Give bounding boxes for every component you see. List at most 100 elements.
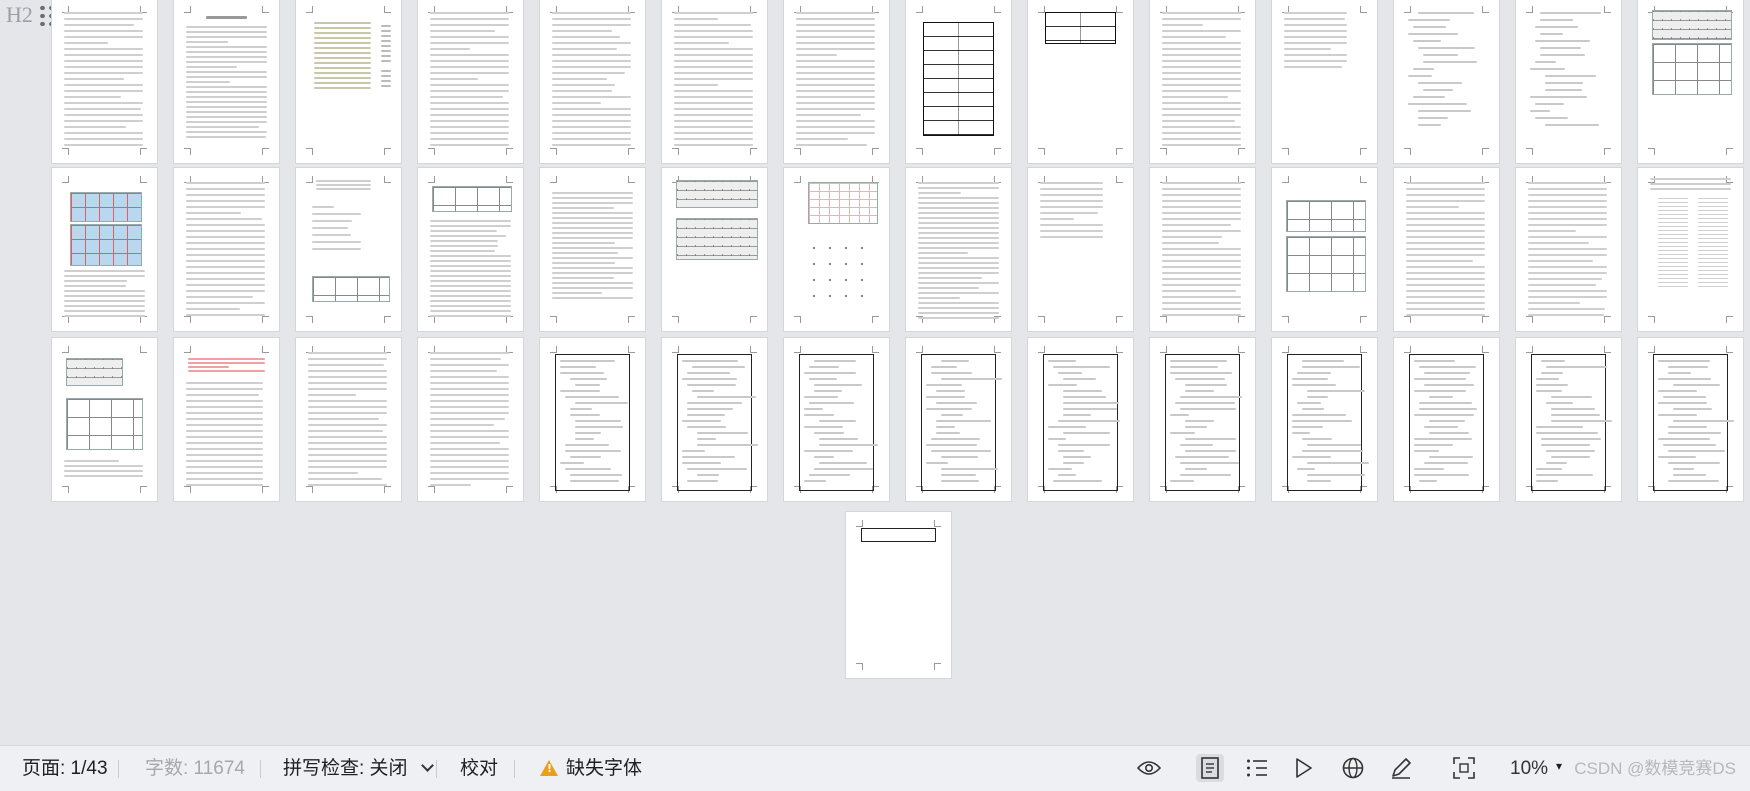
- code-line: [565, 468, 611, 470]
- text-line: [552, 114, 631, 116]
- page-thumbnail[interactable]: [174, 168, 279, 331]
- code-line: [1292, 432, 1310, 434]
- crop-mark: [550, 176, 557, 183]
- page-thumbnail[interactable]: [662, 0, 767, 163]
- eye-icon[interactable]: [1135, 754, 1163, 782]
- outline-view-icon[interactable]: [1243, 754, 1271, 782]
- figure: [1286, 200, 1366, 232]
- page-thumbnail[interactable]: [418, 168, 523, 331]
- page-thumbnail[interactable]: [1272, 338, 1377, 501]
- page-thumbnail[interactable]: [662, 168, 767, 331]
- page-thumbnail[interactable]: [1638, 168, 1743, 331]
- missing-font-button[interactable]: 缺失字体: [540, 746, 642, 791]
- crop-mark: [856, 663, 863, 670]
- page-thumbnail[interactable]: [1028, 0, 1133, 163]
- text-line: [1650, 178, 1731, 180]
- page-thumbnail[interactable]: [1150, 0, 1255, 163]
- page-thumbnail[interactable]: [784, 338, 889, 501]
- page-thumbnail[interactable]: [52, 0, 157, 163]
- page-thumbnail[interactable]: [52, 168, 157, 331]
- text-line: [308, 418, 379, 420]
- text-line: [430, 430, 509, 432]
- page-thumbnail[interactable]: [846, 512, 951, 678]
- text-line: [64, 60, 143, 62]
- page-thumbnail[interactable]: [1272, 168, 1377, 331]
- word-count[interactable]: 字数: 11674: [145, 746, 245, 791]
- fit-screen-icon[interactable]: [1450, 754, 1478, 782]
- text-line: [1528, 200, 1607, 202]
- code-line: [1292, 378, 1328, 380]
- page-thumbnail[interactable]: [418, 0, 523, 163]
- page-view-icon[interactable]: [1196, 754, 1224, 782]
- text-line: [1040, 230, 1103, 232]
- h2-icon[interactable]: H2: [6, 2, 33, 28]
- page-thumbnail[interactable]: [1394, 338, 1499, 501]
- code-line: [941, 474, 976, 476]
- page-thumbnail[interactable]: [1638, 338, 1743, 501]
- page-thumbnail[interactable]: [296, 168, 401, 331]
- page-thumbnail[interactable]: [906, 338, 1011, 501]
- text-line: [430, 376, 509, 378]
- page-thumbnail[interactable]: [1272, 0, 1377, 163]
- text-line: [1162, 296, 1241, 298]
- page-thumbnail[interactable]: [296, 0, 401, 163]
- crop-mark: [1116, 148, 1123, 155]
- text-line: [430, 370, 497, 372]
- code-line: [1551, 414, 1600, 416]
- code-line: [1175, 378, 1225, 380]
- code-line: [1053, 366, 1110, 368]
- page-thumbnail[interactable]: [662, 338, 767, 501]
- page-thumbnail[interactable]: [1516, 168, 1621, 331]
- text-line: [64, 270, 145, 272]
- page-thumbnail[interactable]: [1150, 338, 1255, 501]
- code-frame: [1531, 354, 1606, 491]
- page-indicator[interactable]: 页面: 1/43: [22, 746, 108, 791]
- page-thumbnail[interactable]: [418, 338, 523, 501]
- page-thumbnail[interactable]: [1394, 168, 1499, 331]
- page-thumbnail[interactable]: [1150, 168, 1255, 331]
- page-thumbnail[interactable]: [906, 168, 1011, 331]
- zoom-chevron-icon[interactable]: ▾: [1556, 744, 1562, 789]
- page-thumbnail[interactable]: [296, 338, 401, 501]
- page-thumbnail[interactable]: [1028, 338, 1133, 501]
- code-line: [1546, 450, 1595, 452]
- page-thumbnail[interactable]: [1638, 0, 1743, 163]
- text-line: [188, 366, 229, 368]
- page-thumbnail[interactable]: [540, 0, 645, 163]
- spell-check-toggle[interactable]: 拼写检查: 关闭: [283, 746, 434, 791]
- page-thumbnail[interactable]: [1516, 338, 1621, 501]
- zoom-level[interactable]: 10%: [1510, 746, 1548, 791]
- page-thumbnail[interactable]: [1028, 168, 1133, 331]
- pen-icon[interactable]: [1387, 754, 1415, 782]
- table-cell: [1698, 238, 1728, 239]
- page-thumbnail[interactable]: [1516, 0, 1621, 163]
- crop-mark: [872, 346, 879, 353]
- page-thumbnail[interactable]: [540, 338, 645, 501]
- crop-mark: [262, 148, 269, 155]
- text-line: [64, 90, 143, 92]
- text-line: [918, 247, 999, 249]
- text-line: [552, 90, 612, 92]
- page-thumbnail[interactable]: [540, 168, 645, 331]
- globe-icon[interactable]: [1339, 754, 1367, 782]
- proofread-button[interactable]: 校对: [460, 746, 498, 791]
- page-thumbnail[interactable]: [1394, 0, 1499, 163]
- text-line: [1162, 66, 1241, 68]
- page-thumbnail[interactable]: [784, 0, 889, 163]
- page-thumbnail[interactable]: [174, 0, 279, 163]
- text-line: [552, 207, 614, 209]
- document-canvas[interactable]: H2: [0, 0, 1750, 745]
- text-line: [430, 424, 494, 426]
- crop-mark: [184, 346, 191, 353]
- text-line: [430, 442, 500, 444]
- page-thumbnail[interactable]: [906, 0, 1011, 163]
- text-line: [1040, 218, 1074, 220]
- page-thumbnail[interactable]: [174, 338, 279, 501]
- table-cell: [1698, 206, 1728, 207]
- crop-mark: [934, 663, 941, 670]
- code-line: [1545, 124, 1599, 126]
- page-thumbnail[interactable]: [784, 168, 889, 331]
- text-line: [308, 370, 387, 372]
- page-thumbnail[interactable]: [52, 338, 157, 501]
- play-icon[interactable]: [1290, 754, 1318, 782]
